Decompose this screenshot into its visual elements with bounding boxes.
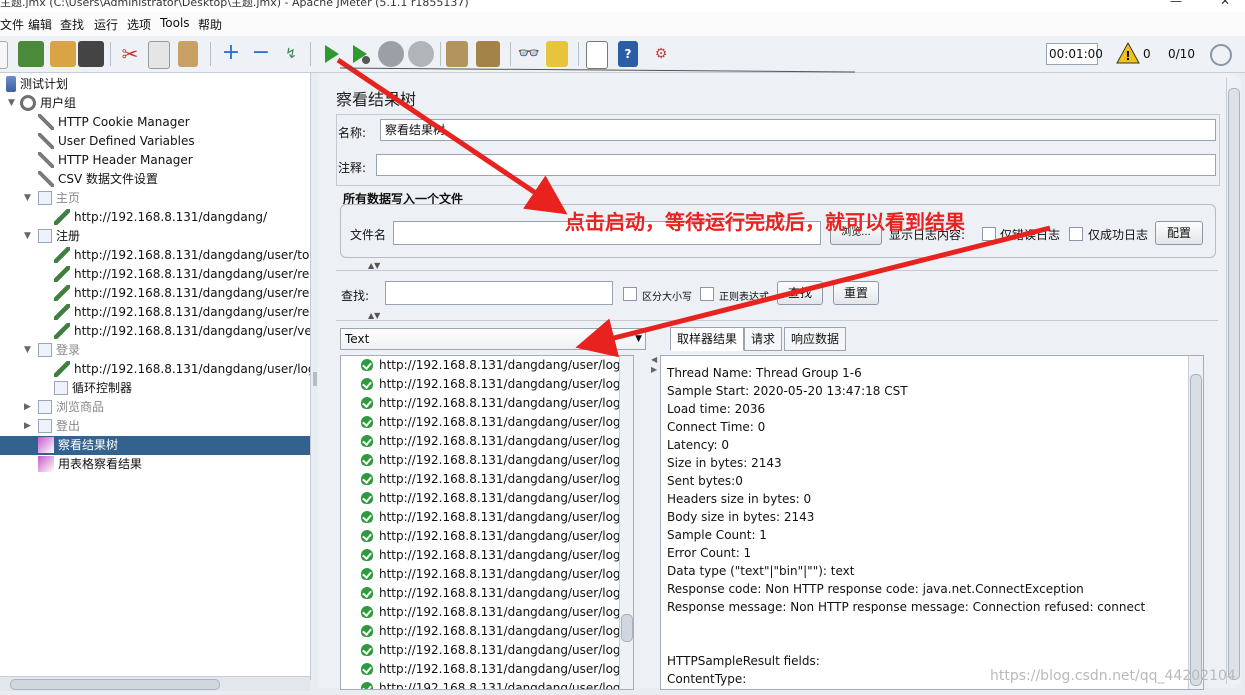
annotation-text: 点击启动，等待运行完成后，就可以看到结果: [565, 210, 965, 234]
annotation-arrows: [336, 57, 1051, 358]
watermark: https://blog.csdn.net/qq_44202104: [990, 668, 1236, 684]
arrow-to-results: [575, 225, 1051, 358]
arrow-to-start: [336, 57, 568, 215]
annotation-underline: [339, 67, 856, 73]
